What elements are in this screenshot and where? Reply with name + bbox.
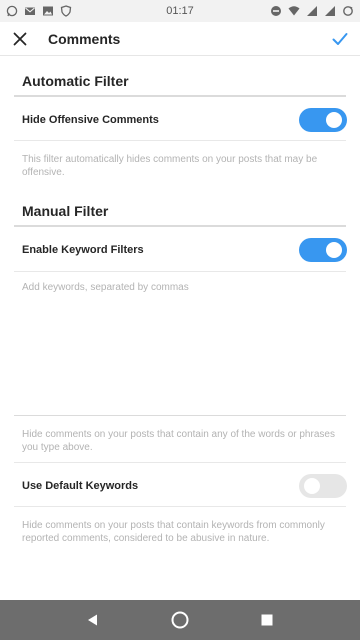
image-icon [43, 6, 53, 16]
row-divider [14, 140, 346, 141]
system-nav-bar [0, 600, 360, 640]
manual-filter-title: Manual Filter [22, 203, 109, 219]
keywords-description: Hide comments on your posts that contain… [22, 429, 335, 453]
default-keywords-description: Hide comments on your posts that contain… [22, 520, 325, 544]
row-divider [14, 506, 346, 507]
input-divider [14, 415, 346, 416]
shield-icon [60, 5, 72, 17]
wifi-icon [288, 6, 300, 16]
hide-offensive-toggle[interactable] [299, 108, 347, 132]
section-divider [14, 225, 346, 227]
do-not-disturb-icon [271, 6, 281, 16]
toggle-knob [326, 112, 342, 128]
row-divider [14, 271, 346, 272]
status-right-icons [270, 5, 354, 17]
automatic-filter-description: This filter automatically hides comments… [22, 154, 318, 178]
status-left-icons [6, 5, 72, 17]
toggle-knob [304, 478, 320, 494]
hide-offensive-label: Hide Offensive Comments [22, 114, 159, 126]
home-button[interactable] [160, 600, 200, 640]
page-title: Comments [48, 30, 121, 47]
signal-icon [325, 6, 335, 16]
check-icon [332, 32, 348, 45]
enable-keyword-label: Enable Keyword Filters [22, 244, 144, 256]
signal-icon [307, 6, 317, 16]
enable-keyword-toggle[interactable] [299, 238, 347, 262]
default-keywords-label: Use Default Keywords [22, 480, 139, 492]
recents-icon [261, 614, 273, 626]
automatic-filter-title: Automatic Filter [22, 73, 129, 89]
gmail-icon [25, 7, 35, 15]
confirm-button[interactable] [320, 22, 360, 56]
close-button[interactable] [0, 22, 40, 56]
keywords-input[interactable] [22, 280, 342, 294]
back-button[interactable] [73, 600, 113, 640]
row-divider [14, 462, 346, 463]
whatsapp-icon [6, 5, 18, 17]
close-icon [13, 32, 27, 45]
recents-button[interactable] [247, 600, 287, 640]
section-divider [14, 95, 346, 97]
back-icon [88, 614, 98, 626]
sync-icon [343, 6, 353, 16]
app-header: Comments [0, 22, 360, 56]
status-bar: 01:17 [0, 0, 360, 22]
default-keywords-toggle[interactable] [299, 474, 347, 498]
home-icon [171, 611, 189, 629]
toggle-knob [326, 242, 342, 258]
